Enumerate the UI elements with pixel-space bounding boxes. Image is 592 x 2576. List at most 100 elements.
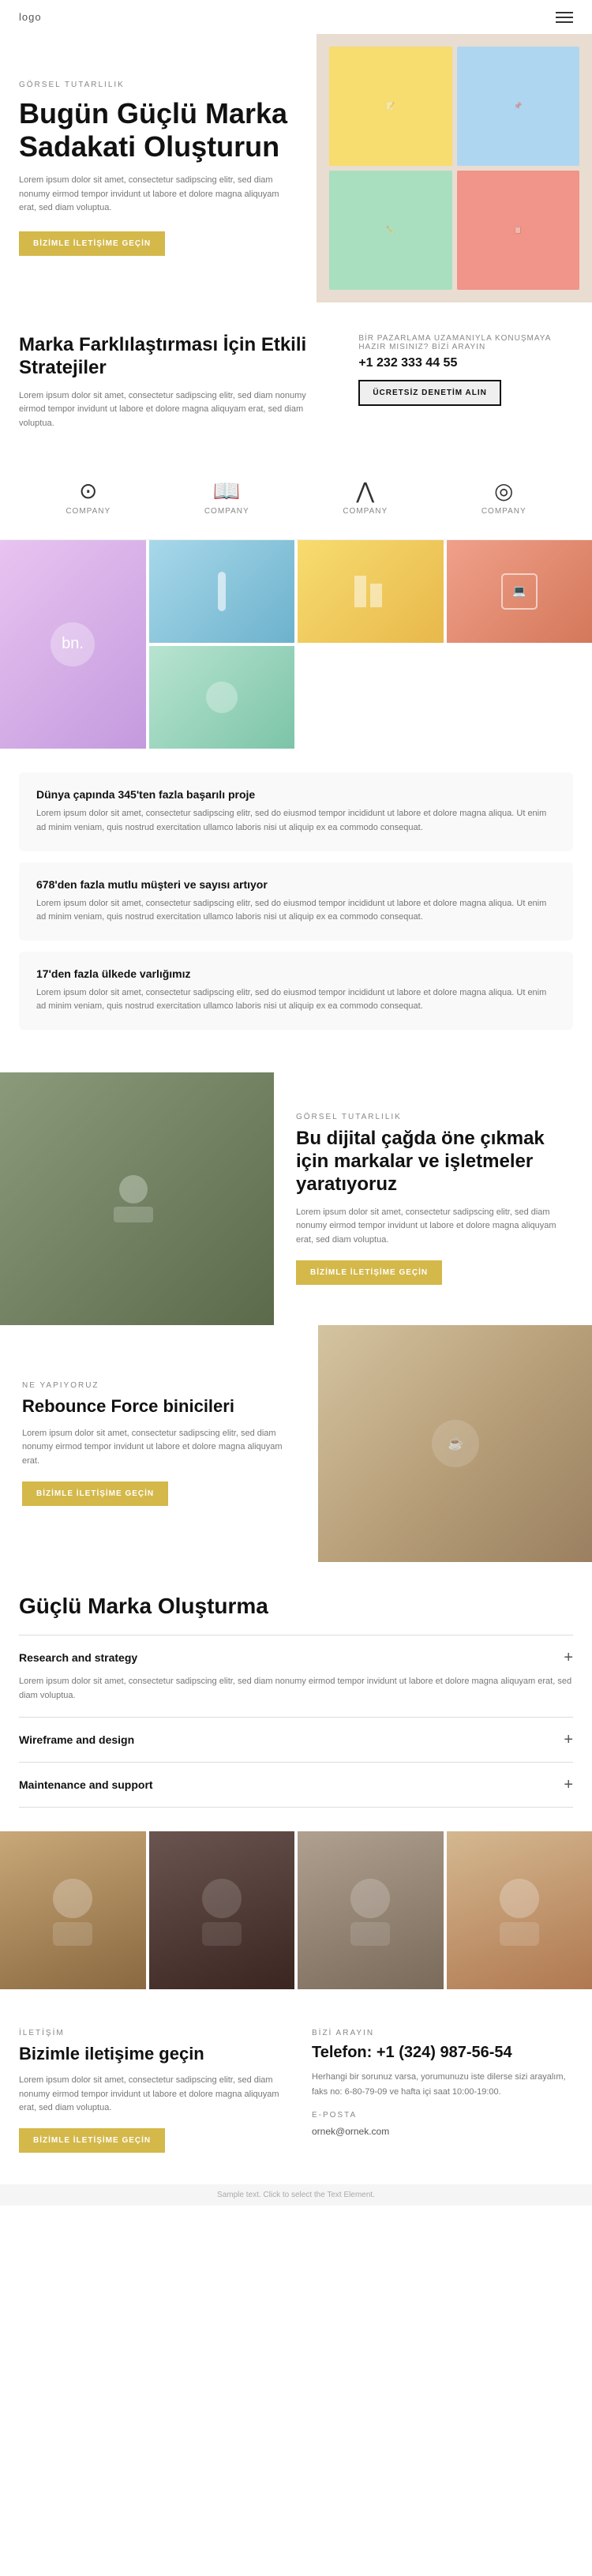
hamburger-button[interactable] — [556, 12, 573, 23]
hamburger-line1 — [556, 12, 573, 13]
team-photos — [0, 1831, 592, 1989]
contact-section: İLETİŞİM Bizimle iletişime geçin Lorem i… — [0, 1997, 592, 2184]
stat-item-0: Dünya çapında 345'ten fazla başarılı pro… — [19, 772, 573, 851]
svg-text:💻: 💻 — [512, 584, 526, 598]
logo-name-0: COMPANY — [66, 507, 111, 516]
logo-icon-0: ⊙ — [79, 478, 97, 504]
accordion-label-1: Wireframe and design — [19, 1733, 134, 1746]
stat-desc-0: Lorem ipsum dolor sit amet, consectetur … — [36, 807, 556, 835]
accordion-item-2: Maintenance and support + — [19, 1762, 573, 1808]
stat-title-2: 17'den fazla ülkede varlığımız — [36, 967, 556, 980]
hamburger-line2 — [556, 17, 573, 18]
wwd-cta-button[interactable]: BİZİMLE İLETİŞİME GEÇİN — [22, 1481, 168, 1506]
navbar: logo — [0, 0, 592, 34]
logo-item-2: ⋀ COMPANY — [343, 478, 388, 516]
second-hero-image — [0, 1072, 274, 1325]
accordion-item-1: Wireframe and design + — [19, 1717, 573, 1762]
logo-icon-3: ◎ — [494, 478, 513, 504]
accordion-content-0: Lorem ipsum dolor sit amet, consectetur … — [19, 1665, 573, 1703]
contact-phone: Telefon: +1 (324) 987-56-54 — [312, 2044, 573, 2062]
stat-desc-1: Lorem ipsum dolor sit amet, consectetur … — [36, 897, 556, 925]
logo-icon-1: 📖 — [213, 478, 241, 504]
logo-icon-2: ⋀ — [356, 478, 374, 504]
contact-title: Bizimle iletişime geçin — [19, 2044, 280, 2064]
contact-info-text: Herhangi bir sorunuz varsa, yorumunuzu i… — [312, 2070, 573, 2099]
svg-text:☕: ☕ — [448, 1436, 463, 1451]
hero-cta-button[interactable]: BİZİMLE İLETİŞİME GEÇİN — [19, 231, 165, 256]
contact-right-eyebrow: BİZİ ARAYIN — [312, 2029, 573, 2037]
wwd-eyebrow: NE YAPIYORUZ — [22, 1381, 296, 1390]
contact-left: İLETİŞİM Bizimle iletişime geçin Lorem i… — [19, 2029, 280, 2153]
wwd-left: NE YAPIYORUZ Rebounce Force binicileri L… — [0, 1325, 318, 1562]
accordion-header-2[interactable]: Maintenance and support + — [19, 1777, 573, 1793]
photo-cell-4: 💻 — [447, 540, 592, 643]
wwd-image: ☕ — [318, 1325, 592, 1562]
logo: logo — [19, 11, 42, 23]
accordion-header-0[interactable]: Research and strategy + — [19, 1650, 573, 1665]
second-hero-title: Bu dijital çağda öne çıkmak için markala… — [296, 1128, 570, 1196]
team-photo-2 — [149, 1831, 295, 1989]
logo-item-3: ◎ COMPANY — [481, 478, 526, 516]
team-photo-1 — [0, 1831, 146, 1989]
contact-email-label: E-POSTA — [312, 2111, 573, 2120]
brand-diff-desc: Lorem ipsum dolor sit amet, consectetur … — [19, 389, 319, 431]
photo-grid: bn. 💻 — [0, 540, 592, 749]
wwd-desc: Lorem ipsum dolor sit amet, consectetur … — [22, 1427, 296, 1469]
logo-item-1: 📖 COMPANY — [204, 478, 249, 516]
contact-eyebrow: İLETİŞİM — [19, 2029, 280, 2037]
second-hero-eyebrow: GÖRSEL TUTARLILIK — [296, 1113, 570, 1121]
accordion-icon-0: + — [564, 1650, 573, 1665]
contact-desc: Lorem ipsum dolor sit amet, consectetur … — [19, 2074, 280, 2116]
second-hero-section: GÖRSEL TUTARLILIK Bu dijital çağda öne ç… — [0, 1072, 592, 1325]
second-hero-cta-button[interactable]: BİZİMLE İLETİŞİME GEÇİN — [296, 1260, 442, 1285]
brand-diff-right: BİR PAZARLAMA UZAMANIYLA KONUŞMAYA HAZIR… — [343, 334, 573, 430]
what-we-do-section: NE YAPIYORUZ Rebounce Force binicileri L… — [0, 1325, 592, 1562]
accordion-label-0: Research and strategy — [19, 1651, 137, 1664]
brand-diff-contact-label: BİR PAZARLAMA UZAMANIYLA KONUŞMAYA HAZIR… — [358, 334, 573, 351]
logo-name-3: COMPANY — [481, 507, 526, 516]
wwd-title: Rebounce Force binicileri — [22, 1396, 296, 1417]
hamburger-line3 — [556, 21, 573, 23]
hero-section: GÖRSEL TUTARLILIK Bugün Güçlü Marka Sada… — [0, 34, 592, 302]
svg-text:bn.: bn. — [62, 635, 84, 652]
accordion-icon-1: + — [564, 1732, 573, 1748]
second-hero-right: GÖRSEL TUTARLILIK Bu dijital çağda öne ç… — [274, 1072, 592, 1325]
hero-eyebrow: GÖRSEL TUTARLILIK — [19, 81, 294, 89]
stats-section: Dünya çapında 345'ten fazla başarılı pro… — [0, 749, 592, 1065]
brand-diff-title: Marka Farklılaştırması İçin Etkili Strat… — [19, 334, 319, 380]
brand-diff-section: Marka Farklılaştırması İçin Etkili Strat… — [0, 302, 592, 462]
contact-cta-button[interactable]: BİZİMLE İLETİŞİME GEÇİN — [19, 2128, 165, 2153]
team-photo-3 — [298, 1831, 444, 1989]
stat-title-1: 678'den fazla mutlu müşteri ve sayısı ar… — [36, 878, 556, 891]
stat-desc-2: Lorem ipsum dolor sit amet, consectetur … — [36, 986, 556, 1014]
brand-diff-cta-button[interactable]: ÜCRETSİZ DENETİM ALIN — [358, 380, 501, 406]
brand-diff-left: Marka Farklılaştırması İçin Etkili Strat… — [19, 334, 319, 430]
photo-cell-1: bn. — [0, 540, 146, 749]
logo-item-0: ⊙ COMPANY — [66, 478, 111, 516]
stat-item-1: 678'den fazla mutlu müşteri ve sayısı ar… — [19, 862, 573, 941]
accordion-icon-2: + — [564, 1777, 573, 1793]
hero-title: Bugün Güçlü Marka Sadakati Oluşturun — [19, 97, 294, 163]
brand-build-section: Güçlü Marka Oluşturma Research and strat… — [0, 1562, 592, 1823]
logos-row: ⊙ COMPANY 📖 COMPANY ⋀ COMPANY ◎ COMPANY — [0, 462, 592, 540]
brand-diff-phone: +1 232 333 44 55 — [358, 356, 573, 370]
stat-title-0: Dünya çapında 345'ten fazla başarılı pro… — [36, 788, 556, 801]
photo-cell-5 — [149, 646, 295, 749]
hero-left: GÖRSEL TUTARLILIK Bugün Güçlü Marka Sada… — [0, 34, 317, 302]
accordion-header-1[interactable]: Wireframe and design + — [19, 1732, 573, 1748]
stat-item-2: 17'den fazla ülkede varlığımız Lorem ips… — [19, 952, 573, 1030]
photo-cell-3 — [298, 540, 444, 643]
contact-right: BİZİ ARAYIN Telefon: +1 (324) 987-56-54 … — [312, 2029, 573, 2153]
photo-cell-2 — [149, 540, 295, 643]
logo-name-2: COMPANY — [343, 507, 388, 516]
contact-email: ornek@ornek.com — [312, 2126, 573, 2137]
team-photo-4 — [447, 1831, 592, 1989]
second-hero-desc: Lorem ipsum dolor sit amet, consectetur … — [296, 1206, 570, 1248]
logo-name-1: COMPANY — [204, 507, 249, 516]
hero-image: 📝 📌 ✏️ 📋 — [317, 34, 592, 302]
brand-build-title: Güçlü Marka Oluşturma — [19, 1594, 573, 1619]
accordion-item-0: Research and strategy + Lorem ipsum dolo… — [19, 1635, 573, 1717]
sample-footer: Sample text. Click to select the Text El… — [0, 2184, 592, 2206]
hero-description: Lorem ipsum dolor sit amet, consectetur … — [19, 174, 294, 216]
accordion-label-2: Maintenance and support — [19, 1778, 153, 1791]
